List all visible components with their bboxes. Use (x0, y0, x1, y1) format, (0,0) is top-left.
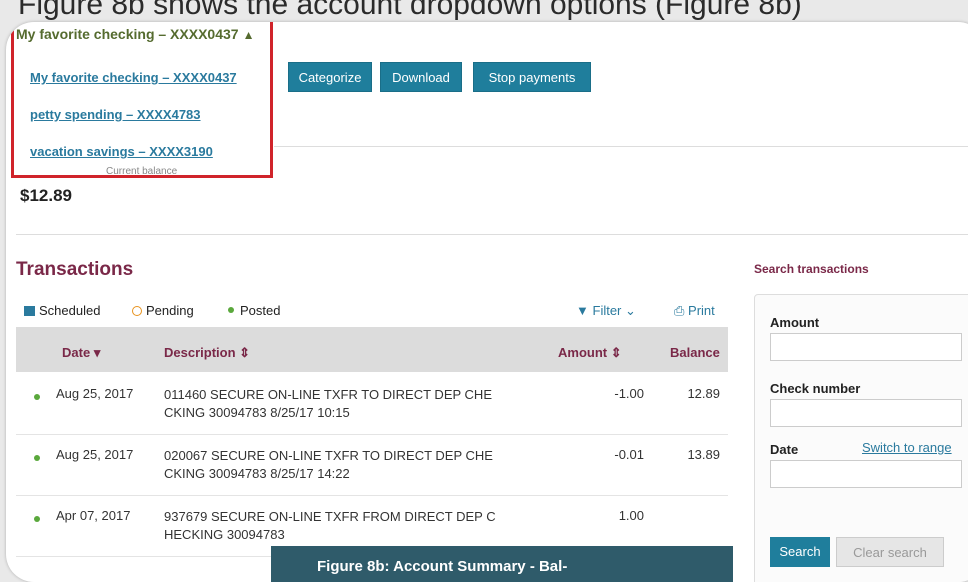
figure-caption: Figure 8b: Account Summary - Bal- (271, 546, 733, 582)
row-description: 011460 SECURE ON-LINE TXFR TO DIRECT DEP… (164, 387, 492, 420)
row-description: 937679 SECURE ON-LINE TXFR FROM DIRECT D… (164, 509, 496, 542)
date-column-header[interactable]: Date ▾ (62, 345, 100, 361)
posted-dot-icon (34, 394, 40, 400)
date-header-label: Date (62, 345, 91, 360)
divider (16, 234, 968, 235)
row-date: Aug 25, 2017 (56, 447, 134, 462)
posted-dot-icon (34, 455, 40, 461)
table-row[interactable]: Aug 25, 2017 020067 SECURE ON-LINE TXFR … (16, 435, 728, 496)
check-number-label: Check number (770, 381, 861, 396)
transactions-title: Transactions (16, 259, 134, 280)
divider (274, 146, 968, 147)
search-title: Search transactions (754, 262, 869, 276)
sort-icon: ⇕ (610, 345, 622, 360)
table-header: Date ▾ Description ⇕ Amount ⇕ Balance (16, 327, 728, 372)
dot-icon (228, 307, 234, 313)
account-page: My favorite checking – XXXX0437 ▲ My favo… (6, 22, 968, 582)
filter-button[interactable]: ▼ Filter ⌄ (576, 303, 636, 319)
balance-value: $12.89 (20, 186, 72, 205)
clock-icon (132, 306, 142, 316)
stop-payments-button[interactable]: Stop payments (473, 62, 591, 92)
row-amount: -0.01 (614, 447, 644, 462)
background-caption: Figure 8b shows the account dropdown opt… (18, 0, 802, 21)
calendar-icon (24, 306, 35, 316)
amount-label: Amount (770, 315, 820, 330)
table-row[interactable]: Aug 25, 2017 011460 SECURE ON-LINE TXFR … (16, 374, 728, 435)
row-balance: 12.89 (687, 386, 720, 401)
row-description: 020067 SECURE ON-LINE TXFR TO DIRECT DEP… (164, 448, 493, 481)
legend-posted-label: Posted (240, 303, 281, 318)
download-button[interactable]: Download (380, 62, 462, 92)
legend-scheduled: Scheduled (24, 303, 100, 318)
posted-dot-icon (34, 516, 40, 522)
account-option-vacation[interactable]: vacation savings – XXXX3190 (30, 144, 213, 159)
amount-header-label: Amount (558, 345, 608, 360)
filter-icon: ▼ (576, 303, 589, 318)
chevron-down-icon: ⌄ (625, 303, 636, 318)
sort-down-icon: ▾ (93, 345, 101, 360)
check-number-input[interactable] (770, 399, 962, 427)
row-amount: -1.00 (614, 386, 644, 401)
balance-label: Current balance (106, 166, 178, 177)
categorize-button[interactable]: Categorize (288, 62, 372, 92)
amount-column-header[interactable]: Amount ⇕ (558, 345, 622, 361)
printer-icon: ⎙ (674, 303, 685, 318)
clear-search-button[interactable]: Clear search (836, 537, 944, 567)
amount-input[interactable] (770, 333, 962, 361)
row-balance: 13.89 (687, 447, 720, 462)
legend-scheduled-label: Scheduled (39, 303, 101, 318)
date-input[interactable] (770, 460, 962, 488)
search-panel: Amount Check number Date Switch to range… (754, 294, 968, 582)
switch-to-range-link[interactable]: Switch to range (862, 440, 952, 455)
row-date: Aug 25, 2017 (56, 386, 134, 401)
filter-label: Filter (592, 303, 622, 318)
sort-icon: ⇕ (239, 345, 251, 360)
account-option-checking[interactable]: My favorite checking – XXXX0437 (30, 70, 237, 85)
row-date: Apr 07, 2017 (56, 508, 131, 523)
print-button[interactable]: ⎙ Print (674, 303, 715, 319)
search-button[interactable]: Search (770, 537, 830, 567)
date-label: Date (770, 442, 799, 457)
account-dropdown: My favorite checking – XXXX0437 petty sp… (18, 60, 266, 178)
legend-posted: Posted (228, 303, 280, 318)
balance-column-header: Balance (670, 345, 720, 360)
legend-pending-label: Pending (146, 303, 194, 318)
description-column-header[interactable]: Description ⇕ (164, 345, 250, 361)
legend-pending: Pending (132, 303, 194, 318)
balance-header-label: Balance (670, 345, 720, 360)
row-amount: 1.00 (618, 508, 644, 523)
account-option-petty[interactable]: petty spending – XXXX4783 (30, 107, 201, 122)
description-header-label: Description (164, 345, 236, 360)
print-label: Print (688, 303, 715, 318)
